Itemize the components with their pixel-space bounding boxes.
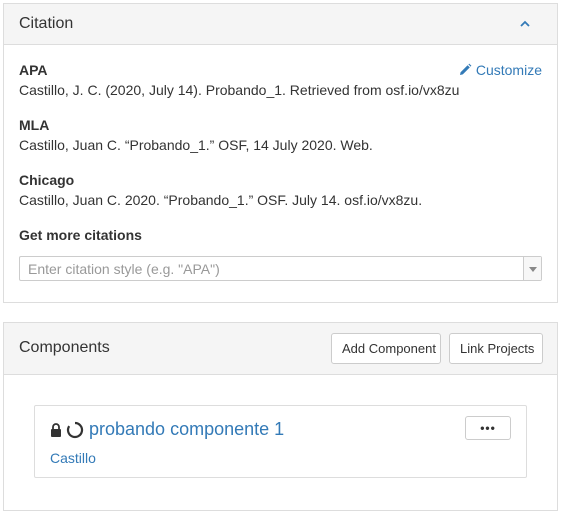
customize-link[interactable]: Customize: [458, 62, 542, 78]
components-panel-header: Components Add Component Link Projects: [4, 323, 557, 375]
get-more-citations-heading: Get more citations: [19, 227, 142, 243]
components-panel-title: Components: [19, 339, 110, 356]
ellipsis-icon: •••: [480, 421, 496, 435]
component-status-icons: [50, 421, 84, 439]
citation-style-apa: APA Castillo, J. C. (2020, July 14). Pro…: [19, 62, 459, 98]
citation-text: Castillo, Juan C. “Probando_1.” OSF, 14 …: [19, 137, 373, 153]
citation-panel-title: Citation: [19, 15, 74, 32]
citation-style-mla: MLA Castillo, Juan C. “Probando_1.” OSF,…: [19, 117, 373, 153]
component-title-link[interactable]: probando componente 1: [89, 419, 284, 440]
citation-panel-header[interactable]: Citation: [4, 4, 557, 45]
citation-style-name: APA: [19, 62, 48, 78]
component-contributor-link[interactable]: Castillo: [50, 450, 96, 466]
citation-style-name: Chicago: [19, 172, 75, 188]
lock-icon: [51, 423, 61, 437]
citation-style-select[interactable]: Enter citation style (e.g. "APA"): [19, 256, 542, 281]
citation-style-placeholder: Enter citation style (e.g. "APA"): [28, 261, 220, 277]
citation-style-name: MLA: [19, 117, 50, 133]
components-panel: Components Add Component Link Projects p…: [3, 322, 558, 511]
pencil-icon: [459, 63, 472, 75]
citation-text: Castillo, Juan C. 2020. “Probando_1.” OS…: [19, 192, 423, 208]
customize-label: Customize: [475, 62, 542, 78]
citation-text: Castillo, J. C. (2020, July 14). Proband…: [19, 82, 460, 98]
spinner-icon: [66, 421, 84, 439]
select-dropdown-toggle[interactable]: [523, 257, 541, 280]
chevron-up-icon[interactable]: [519, 19, 531, 29]
caret-down-icon: [529, 267, 537, 272]
citation-style-chicago: Chicago Castillo, Juan C. 2020. “Proband…: [19, 172, 422, 208]
link-projects-button[interactable]: Link Projects: [449, 333, 543, 364]
component-options-button[interactable]: •••: [465, 416, 511, 440]
citation-panel: Citation Customize APA Castillo, J. C. (…: [3, 3, 558, 303]
component-item: probando componente 1 Castillo •••: [34, 405, 527, 478]
add-component-button[interactable]: Add Component: [331, 333, 441, 364]
